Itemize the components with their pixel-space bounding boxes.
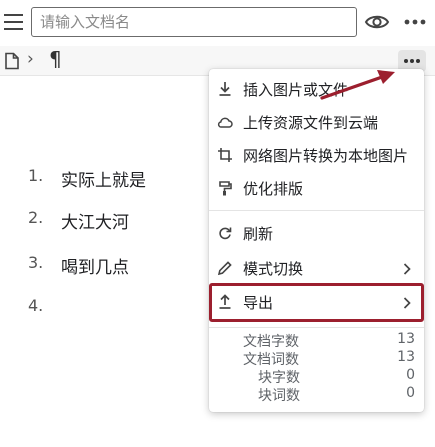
stat-label: 文档词数 xyxy=(243,352,299,368)
chevron-right-icon xyxy=(402,261,412,275)
menu-item-label: 模式切换 xyxy=(243,260,304,278)
more-options-icon[interactable] xyxy=(402,10,428,34)
menu-divider xyxy=(209,210,424,211)
list-number: 4. xyxy=(28,296,44,315)
list-text: 大江大河 xyxy=(61,213,129,233)
stat-row: 块词数 0 xyxy=(209,385,424,404)
pencil-icon xyxy=(217,260,233,276)
menu-item-label: 上传资源文件到云端 xyxy=(243,114,379,132)
hamburger-menu-icon[interactable] xyxy=(2,11,26,33)
menu-item-optimize-layout[interactable]: 优化排版 xyxy=(209,173,424,203)
stat-value: 0 xyxy=(406,385,415,401)
stat-value: 13 xyxy=(397,331,415,347)
list-number: 3. xyxy=(28,253,44,272)
menu-item-label: 刷新 xyxy=(243,225,274,243)
stat-label: 块词数 xyxy=(258,388,300,404)
stat-value: 0 xyxy=(406,367,415,383)
list-number: 1. xyxy=(28,166,44,185)
menu-item-label: 网络图片转换为本地图片 xyxy=(243,147,409,165)
block-menu: 插入图片或文件 上传资源文件到云端 网络图片转换为本地图片 优化排版 刷新 模式… xyxy=(209,69,424,412)
crop-icon xyxy=(217,147,233,163)
menu-item-upload-assets[interactable]: 上传资源文件到云端 xyxy=(209,107,424,137)
list-number: 2. xyxy=(28,208,44,227)
stat-label: 文档字数 xyxy=(243,334,299,350)
menu-item-label: 插入图片或文件 xyxy=(243,81,349,99)
menu-item-label: 导出 xyxy=(243,294,274,312)
list-text: 喝到几点 xyxy=(61,258,129,278)
menu-item-export[interactable]: 导出 xyxy=(209,287,424,317)
chevron-right-icon xyxy=(402,295,412,309)
document-icon[interactable] xyxy=(4,52,20,70)
menu-item-mode-switch[interactable]: 模式切换 xyxy=(209,253,424,283)
block-pilcrow[interactable]: ¶ xyxy=(49,47,62,71)
menu-divider xyxy=(209,327,424,328)
menu-item-refresh[interactable]: 刷新 xyxy=(209,218,424,248)
stat-value: 13 xyxy=(397,349,415,365)
cloud-icon xyxy=(217,114,233,130)
top-bar xyxy=(0,0,435,44)
menu-item-label: 优化排版 xyxy=(243,180,304,198)
upload-icon xyxy=(217,294,233,310)
format-paint-icon xyxy=(217,180,233,196)
stat-row: 块字数 0 xyxy=(209,367,424,386)
eye-icon[interactable] xyxy=(364,10,390,34)
refresh-icon xyxy=(217,225,233,241)
download-icon xyxy=(217,81,233,97)
menu-item-insert-image[interactable]: 插入图片或文件 xyxy=(209,74,424,104)
stat-label: 块字数 xyxy=(258,370,300,386)
list-text: 实际上就是 xyxy=(61,171,146,191)
stat-row: 文档字数 13 xyxy=(209,331,424,350)
stat-row: 文档词数 13 xyxy=(209,349,424,368)
menu-item-net-image-to-local[interactable]: 网络图片转换为本地图片 xyxy=(209,140,424,170)
breadcrumb-separator: › xyxy=(27,49,34,69)
document-title-input[interactable] xyxy=(31,7,357,37)
